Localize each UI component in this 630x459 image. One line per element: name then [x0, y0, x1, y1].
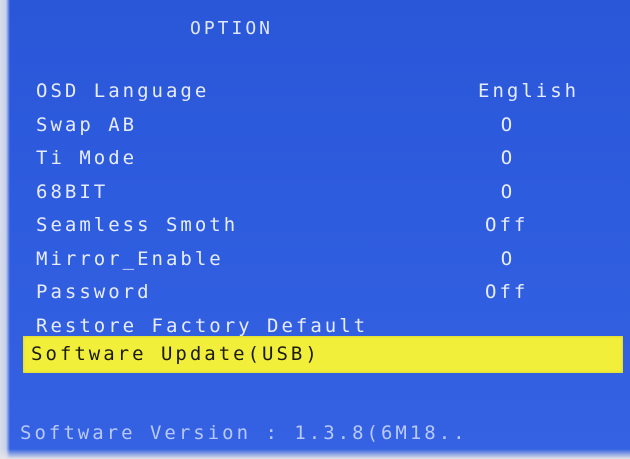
- menu-item-label: Mirror_Enable: [36, 247, 224, 270]
- menu-item-value: O: [500, 180, 516, 203]
- menu-item-label: OSD Language: [36, 80, 210, 102]
- menu-item-swap-ab[interactable]: Swap AB O: [0, 108, 630, 142]
- menu-item-68bit[interactable]: 68BIT O: [0, 175, 630, 209]
- menu-item-label: 68BIT: [36, 180, 109, 203]
- menu-item-software-update-selected[interactable]: Software Update(USB): [23, 336, 623, 373]
- menu-item-ti-mode[interactable]: Ti Mode O: [0, 141, 630, 175]
- menu-item-label: Restore Factory Default: [36, 314, 369, 337]
- osd-screen: OPTION OSD Language English Swap AB O Ti…: [0, 0, 630, 459]
- menu-item-label: Ti Mode: [36, 147, 138, 169]
- menu-item-seamless-smoth[interactable]: Seamless Smoth Off: [0, 208, 630, 242]
- menu-item-value: O: [500, 113, 516, 136]
- menu-title: OPTION: [190, 18, 274, 39]
- menu-item-label: Password: [36, 281, 152, 303]
- menu-item-value: Off: [485, 281, 529, 303]
- menu-item-value: English: [478, 80, 580, 102]
- menu-item-label: Swap AB: [36, 113, 138, 136]
- menu-item-value: O: [500, 147, 516, 169]
- software-version-text: Software Version : 1.3.8(6M18..: [20, 422, 468, 444]
- menu-item-value: Off: [485, 214, 529, 236]
- menu-item-mirror-enable[interactable]: Mirror_Enable O: [0, 242, 630, 276]
- menu-item-osd-language[interactable]: OSD Language English: [0, 74, 630, 108]
- menu-item-label: Software Update(USB): [31, 343, 320, 365]
- menu-item-password[interactable]: Password Off: [0, 275, 630, 309]
- menu-item-value: O: [500, 247, 516, 270]
- option-menu: OSD Language English Swap AB O Ti Mode O…: [0, 74, 630, 342]
- menu-item-label: Seamless Smoth: [36, 214, 239, 236]
